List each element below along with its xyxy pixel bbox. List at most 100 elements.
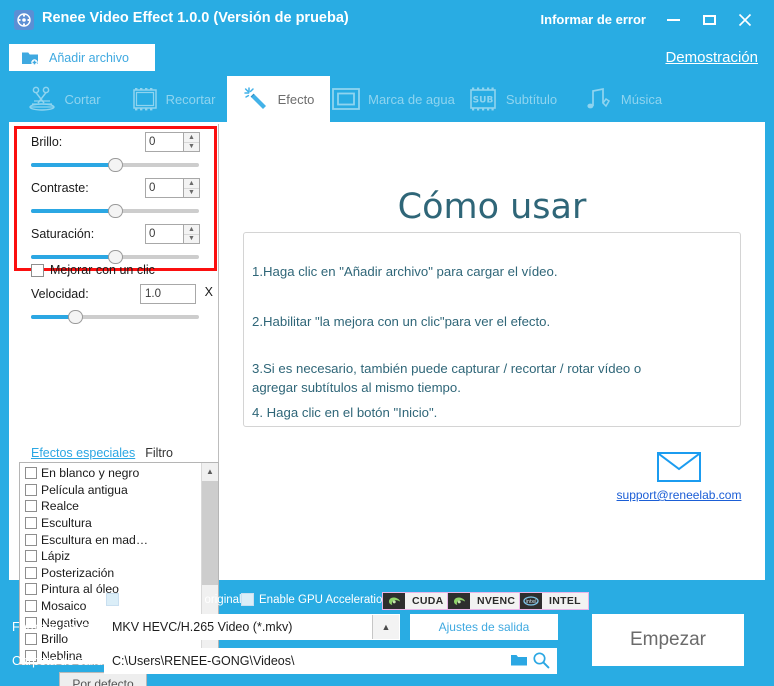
- minimize-button[interactable]: [660, 8, 686, 32]
- close-button[interactable]: [732, 8, 758, 32]
- filter-checkbox[interactable]: [25, 566, 37, 579]
- saturation-stepper[interactable]: ▲ ▼: [145, 224, 200, 244]
- folder-icon[interactable]: [510, 652, 528, 673]
- filter-checkbox[interactable]: [25, 467, 37, 480]
- tab-cortar[interactable]: Cortar: [9, 76, 119, 122]
- decrypt-video-checkbox[interactable]: Descifrar vídeo original: [106, 593, 242, 606]
- saturation-up-icon[interactable]: ▲: [184, 225, 199, 235]
- brightness-input[interactable]: [145, 132, 183, 152]
- list-item[interactable]: En blanco y negro: [25, 465, 201, 482]
- speed-unit-label: X: [204, 285, 213, 299]
- app-window: Renee Video Effect 1.0.0 (Versión de pru…: [0, 0, 774, 686]
- gpu-badge-intel[interactable]: intel INTEL: [519, 592, 589, 610]
- brightness-up-icon[interactable]: ▲: [184, 133, 199, 143]
- gpu-badge-nvenc[interactable]: NVENC: [447, 592, 524, 610]
- contrast-stepper[interactable]: ▲ ▼: [145, 178, 200, 198]
- brightness-knob[interactable]: [108, 158, 123, 172]
- app-logo-icon: [14, 10, 34, 30]
- list-item[interactable]: Lápiz: [25, 548, 201, 565]
- contrast-slider[interactable]: [31, 204, 199, 218]
- howto-step-4: 4. Haga clic en el botón "Inicio".: [252, 405, 438, 420]
- contrast-knob[interactable]: [108, 204, 123, 218]
- output-folder-label: Carpeta de salida:: [12, 654, 114, 668]
- saturation-slider[interactable]: [31, 250, 199, 264]
- support-email-link[interactable]: support@reneelab.com: [613, 488, 745, 502]
- tab-marca-de-agua[interactable]: Marca de agua: [330, 76, 456, 122]
- tab-subt-tulo[interactable]: SUB Subtítulo: [456, 76, 568, 122]
- demo-link[interactable]: Demostración: [665, 49, 758, 66]
- gpu-acceleration-box[interactable]: [241, 593, 254, 606]
- contrast-up-icon[interactable]: ▲: [184, 179, 199, 189]
- add-file-button[interactable]: Añadir archivo: [9, 44, 155, 71]
- filter-label: Película antigua: [41, 482, 128, 497]
- saturation-arrows[interactable]: ▲ ▼: [183, 224, 200, 244]
- decrypt-video-box[interactable]: [106, 593, 119, 606]
- search-icon[interactable]: [532, 651, 550, 674]
- howto-step-3: 3.Si es necesario, también puede captura…: [252, 361, 642, 395]
- nvidia-logo-icon: [448, 593, 470, 609]
- subtitle-icon: SUB: [467, 86, 499, 112]
- speed-input[interactable]: [140, 284, 196, 304]
- list-item[interactable]: Realce: [25, 498, 201, 515]
- report-error-link[interactable]: Informar de error: [541, 12, 646, 27]
- saturation-knob[interactable]: [108, 250, 123, 264]
- brightness-stepper[interactable]: ▲ ▼: [145, 132, 200, 152]
- speed-label: Velocidad:: [31, 287, 89, 301]
- saturation-down-icon[interactable]: ▼: [184, 235, 199, 244]
- saturation-label: Saturación:: [31, 227, 95, 241]
- tab-m-sica[interactable]: Música: [568, 76, 678, 122]
- subtab-filter[interactable]: Filtro: [145, 446, 173, 460]
- tab-efecto[interactable]: Efecto: [227, 76, 330, 122]
- howto-title: Cómo usar: [397, 187, 587, 227]
- brightness-fill: [31, 163, 115, 167]
- output-format-combo[interactable]: MKV HEVC/H.265 Video (*.mkv) ▲: [104, 614, 400, 640]
- gpu-badge-cuda[interactable]: CUDA: [382, 592, 452, 610]
- list-item[interactable]: Película antigua: [25, 482, 201, 499]
- output-format-value: MKV HEVC/H.265 Video (*.mkv): [112, 620, 293, 634]
- list-item[interactable]: Posterización: [25, 565, 201, 582]
- filter-label: En blanco y negro: [41, 466, 140, 481]
- scroll-up-icon[interactable]: ▲: [202, 463, 218, 480]
- add-file-label: Añadir archivo: [49, 50, 129, 65]
- gpu-acceleration-checkbox[interactable]: Enable GPU Acceleration: [241, 593, 389, 606]
- one-click-enhance-label: Mejorar con un clic: [50, 263, 155, 277]
- tab-recortar[interactable]: Recortar: [119, 76, 227, 122]
- watermark-icon: [331, 87, 361, 111]
- one-click-enhance-checkbox[interactable]: Mejorar con un clic: [31, 263, 155, 277]
- contrast-arrows[interactable]: ▲ ▼: [183, 178, 200, 198]
- contrast-down-icon[interactable]: ▼: [184, 189, 199, 198]
- speed-knob[interactable]: [68, 310, 83, 324]
- minimize-icon: [666, 19, 680, 21]
- scrollbar-thumb[interactable]: [202, 481, 218, 585]
- filter-checkbox[interactable]: [25, 550, 37, 563]
- filter-checkbox[interactable]: [25, 533, 37, 546]
- brightness-slider[interactable]: [31, 158, 199, 172]
- subtab-special-effects[interactable]: Efectos especiales: [31, 446, 135, 460]
- contrast-input[interactable]: [145, 178, 183, 198]
- tab-label: Recortar: [165, 91, 216, 107]
- speed-slider[interactable]: [31, 310, 199, 324]
- list-item[interactable]: Escultura en mad…: [25, 531, 201, 548]
- contrast-fill: [31, 209, 115, 213]
- content-panel: Brillo: ▲ ▼ Contraste:: [9, 122, 765, 686]
- output-settings-button[interactable]: Ajustes de salida: [410, 614, 558, 640]
- filter-label: Lápiz: [41, 549, 71, 564]
- brightness-arrows[interactable]: ▲ ▼: [183, 132, 200, 152]
- chevron-up-icon[interactable]: ▲: [372, 615, 399, 639]
- output-folder-field[interactable]: C:\Users\RENEE-GONG\Videos\: [104, 648, 557, 674]
- filter-checkbox[interactable]: [25, 483, 37, 496]
- one-click-enhance-box[interactable]: [31, 263, 44, 277]
- filter-checkbox[interactable]: [25, 517, 37, 530]
- maximize-button[interactable]: [696, 8, 722, 32]
- filter-label: Escultura en mad…: [41, 532, 149, 547]
- gpu-acceleration-label: Enable GPU Acceleration: [259, 593, 389, 606]
- contrast-label: Contraste:: [31, 181, 89, 195]
- filter-checkbox[interactable]: [25, 500, 37, 513]
- tab-label: Efecto: [277, 91, 315, 107]
- brightness-down-icon[interactable]: ▼: [184, 143, 199, 152]
- filter-label: Escultura: [41, 516, 92, 531]
- saturation-input[interactable]: [145, 224, 183, 244]
- start-button[interactable]: Empezar: [592, 614, 744, 666]
- svg-text:SUB: SUB: [473, 96, 494, 106]
- list-item[interactable]: Escultura: [25, 515, 201, 532]
